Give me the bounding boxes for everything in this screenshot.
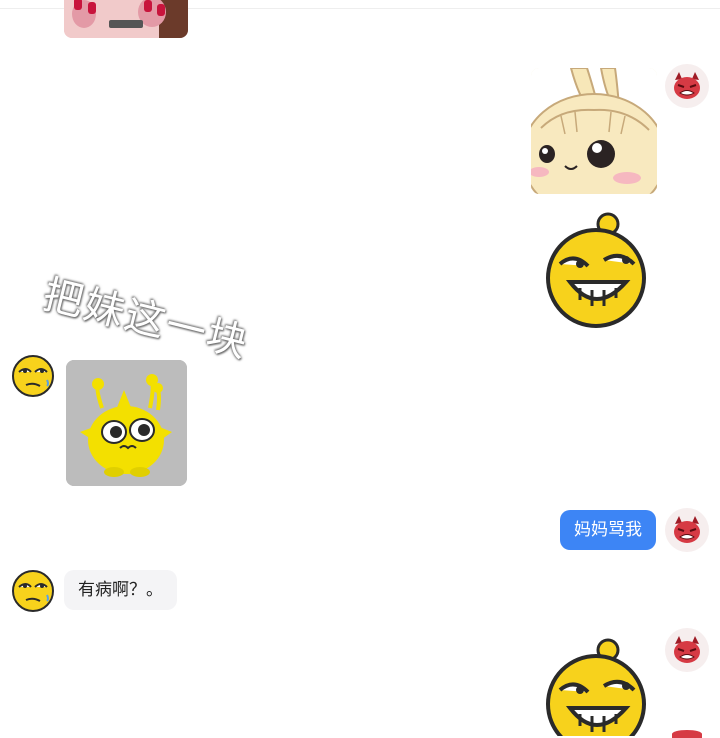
watermark-text: 把妹这一块 <box>38 271 254 368</box>
my-avatar[interactable] <box>665 64 709 108</box>
red-devil-face-icon <box>665 628 709 672</box>
grinning-emoji-sticker[interactable] <box>540 208 652 332</box>
red-devil-face-icon <box>665 64 709 108</box>
my-avatar[interactable] <box>665 628 709 672</box>
photo-message[interactable] <box>64 0 188 38</box>
grinning-emoji-sticker[interactable] <box>540 634 652 736</box>
contact-avatar[interactable] <box>11 354 55 398</box>
bunny-face-sticker[interactable] <box>531 68 657 194</box>
message-bubble-received[interactable]: 有病啊？。 <box>64 570 177 610</box>
next-avatar-peek <box>672 730 702 738</box>
my-avatar[interactable] <box>665 508 709 552</box>
message-bubble-sent[interactable]: 妈妈骂我 <box>560 510 656 550</box>
squinting-emoji-face-icon <box>11 569 55 613</box>
red-devil-face-icon <box>665 508 709 552</box>
contact-avatar[interactable] <box>11 569 55 613</box>
yellow-creature-sticker[interactable] <box>66 360 187 486</box>
squinting-emoji-face-icon <box>11 354 55 398</box>
